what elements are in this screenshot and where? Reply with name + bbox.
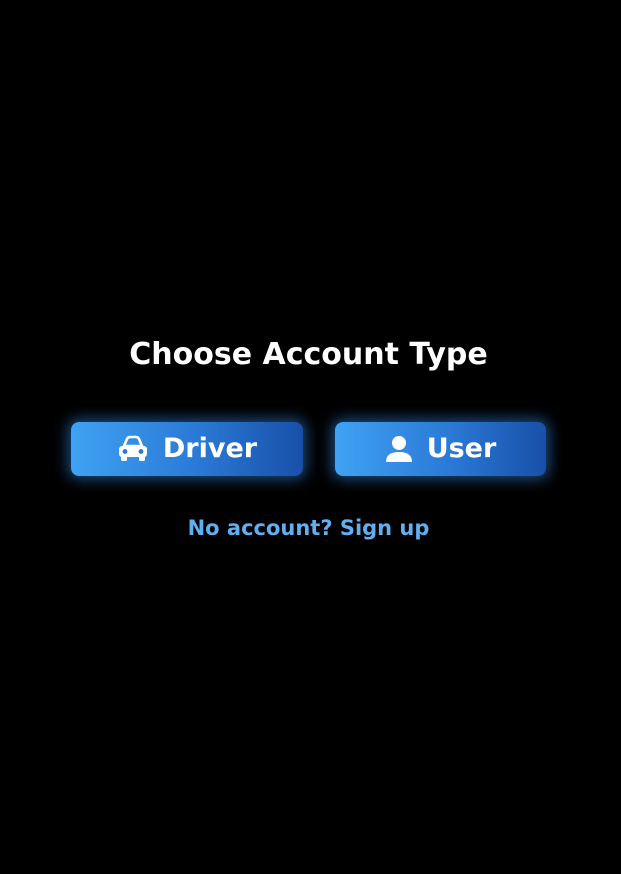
signup-link[interactable]: No account? Sign up [0, 512, 617, 544]
driver-button[interactable]: Driver [71, 422, 303, 476]
user-button[interactable]: User [335, 422, 546, 476]
person-icon [385, 435, 413, 463]
car-icon [117, 435, 149, 463]
choose-account-screen: Choose Account Type Driver User No accou… [0, 0, 621, 874]
user-button-label: User [426, 433, 497, 464]
page-title: Choose Account Type [129, 337, 488, 372]
driver-button-label: Driver [162, 433, 258, 464]
